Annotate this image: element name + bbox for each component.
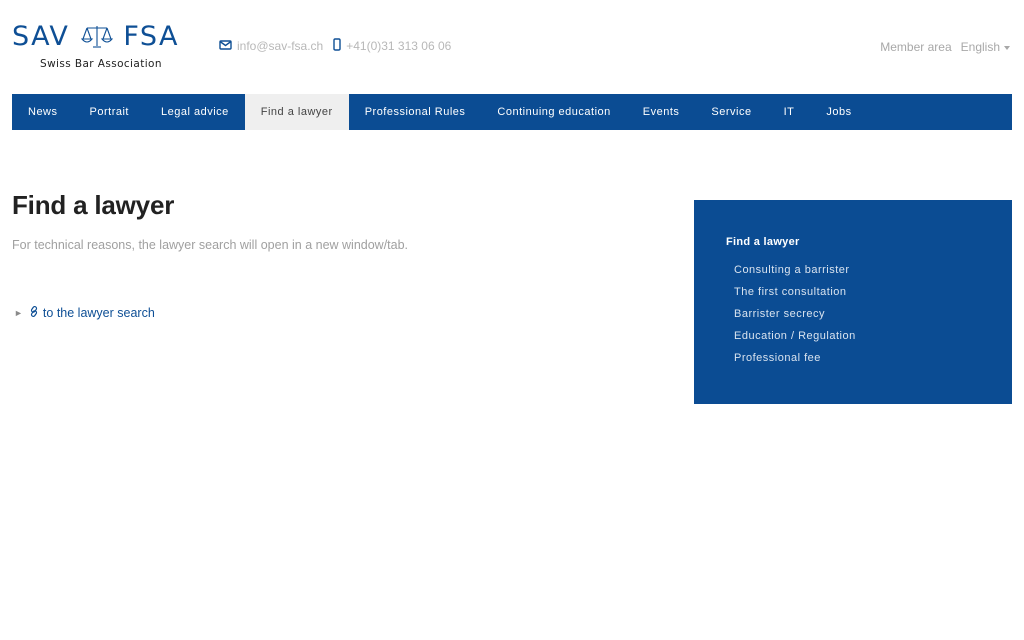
intro-text: For technical reasons, the lawyer search… [12, 238, 409, 252]
link-icon [29, 306, 39, 320]
sidebar-item-education-regulation[interactable]: Education / Regulation [734, 325, 1012, 347]
member-area-link[interactable]: Member area [880, 40, 951, 54]
sidebar-title[interactable]: Find a lawyer [726, 236, 1012, 248]
nav-item-continuing-education[interactable]: Continuing education [481, 94, 626, 130]
page-title: Find a lawyer [12, 190, 175, 220]
sidebar-item-first-consultation[interactable]: The first consultation [734, 281, 1012, 303]
nav-item-it[interactable]: IT [768, 94, 811, 130]
sidebar-panel: Find a lawyer Consulting a barrister The… [694, 200, 1012, 404]
nav-item-find-a-lawyer[interactable]: Find a lawyer [244, 94, 349, 130]
utility-nav: Member area English [880, 40, 1010, 54]
sidebar-list: Consulting a barrister The first consult… [726, 259, 1012, 369]
sidebar-item-barrister-secrecy[interactable]: Barrister secrecy [734, 303, 1012, 325]
language-selector[interactable]: English [961, 40, 1010, 54]
language-label: English [960, 40, 1000, 54]
mobile-phone-icon [333, 38, 341, 54]
nav-item-jobs[interactable]: Jobs [810, 94, 867, 130]
scales-of-justice-icon [81, 24, 114, 50]
envelope-icon [219, 39, 232, 53]
nav-item-events[interactable]: Events [627, 94, 696, 130]
logo-text-fsa: FSA [123, 21, 180, 52]
sidebar-item-consulting-a-barrister[interactable]: Consulting a barrister [734, 259, 1012, 281]
chevron-down-icon [1004, 45, 1010, 50]
lawyer-search-link[interactable]: ► to the lawyer search [14, 306, 155, 320]
nav-item-professional-rules[interactable]: Professional Rules [349, 94, 482, 130]
lawyer-search-link-label: to the lawyer search [42, 306, 155, 320]
nav-item-legal-advice[interactable]: Legal advice [145, 94, 245, 130]
nav-item-news[interactable]: News [12, 94, 74, 130]
logo-subtitle: Swiss Bar Association [40, 58, 162, 70]
phone-link[interactable]: +41(0)31 313 06 06 [346, 39, 451, 53]
triangle-right-icon: ► [14, 308, 23, 318]
contact-info: info@sav-fsa.ch +41(0)31 313 06 06 [219, 38, 451, 54]
main-nav: News Portrait Legal advice Find a lawyer… [12, 94, 1012, 130]
email-link[interactable]: info@sav-fsa.ch [237, 39, 323, 53]
sidebar-item-professional-fee[interactable]: Professional fee [734, 347, 1012, 369]
logo-text-sav: SAV [12, 21, 70, 52]
nav-item-portrait[interactable]: Portrait [74, 94, 145, 130]
site-logo[interactable]: SAV FSA Swiss Bar Association [12, 20, 184, 74]
nav-item-service[interactable]: Service [695, 94, 767, 130]
